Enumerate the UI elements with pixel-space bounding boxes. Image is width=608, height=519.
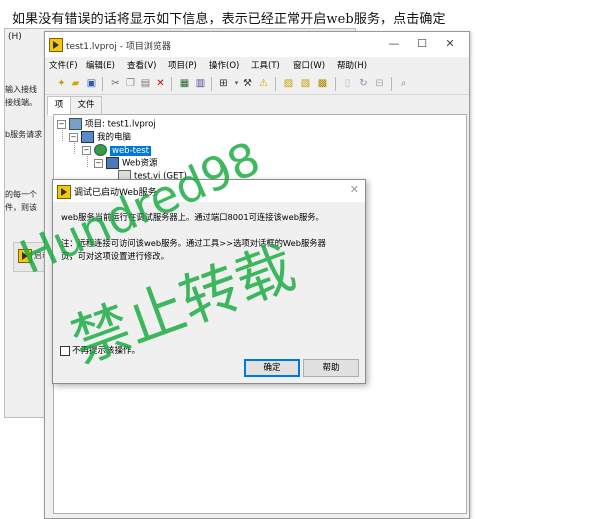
copy-icon[interactable]: ❐ [124,77,137,90]
collapse-icon[interactable]: − [94,158,103,168]
background-window-title: (H) [8,32,22,42]
menu-edit[interactable]: 编辑(E) [86,59,115,71]
background-text-line: 的每一个 [5,190,37,199]
folder-icon[interactable]: ▩ [316,77,329,90]
close-icon[interactable]: ✕ [350,183,359,196]
background-text-line: b服务请求 [5,130,43,139]
tab-bar: 项 文件 [45,96,469,116]
delete-icon[interactable]: ✕ [154,77,167,90]
background-text-line: 件，则该 [5,203,37,212]
minimize-button[interactable]: — [381,36,407,52]
dialog-title: 调试已启动Web服务 [74,188,157,198]
tree-item-project[interactable]: − 项目: test1.lvproj [57,118,156,131]
collapse-icon[interactable]: − [57,119,66,129]
dialog-note-line2: 页，可对这项设置进行修改。 [61,251,169,261]
search-icon[interactable]: ⌕ [397,77,410,90]
page-icon[interactable]: ▯ [341,77,354,90]
tree-item-label: 我的电脑 [97,132,132,143]
warning-icon[interactable]: ⚠ [257,77,270,90]
collapse-icon[interactable]: ⊟ [373,77,386,90]
menu-bar: 文件(F) 编辑(E) 查看(V) 项目(P) 操作(O) 工具(T) 窗口(W… [45,57,469,73]
do-not-show-checkbox[interactable]: 不再提示该操作。 [60,344,140,356]
tree-item-label: Web资源 [122,158,158,169]
tree-item-computer[interactable]: − 我的电脑 [69,131,131,144]
tab-files[interactable]: 文件 [70,96,102,115]
background-text-line: 接线端。 [5,98,37,107]
dialog-message: web服务当前运行在调试服务器上。通过端口8001可连接该web服务。 [61,212,324,222]
background-text-line: 输入接线 [5,85,37,94]
web-service-dialog: 调试已启动Web服务 ✕ web服务当前运行在调试服务器上。通过端口8001可连… [52,179,366,384]
menu-operate[interactable]: 操作(O) [209,59,239,71]
deploy-icon[interactable]: ▥ [194,77,207,90]
window-title: test1.lvproj - 项目浏览器 [66,42,171,52]
vi-icon[interactable]: ▨ [282,77,295,90]
refresh-icon[interactable]: ↻ [357,77,370,90]
ok-button[interactable]: 确定 [244,359,300,377]
dialog-note-line1: 注：远程连接可访问该web服务。通过工具>>选项对话框的Web服务器 [61,238,326,248]
checkbox-label: 不再提示该操作。 [72,346,141,356]
web-service-icon [94,144,107,156]
dialog-titlebar[interactable]: 调试已启动Web服务 ✕ [53,180,365,202]
new-icon[interactable]: ✦ [55,77,68,90]
project-icon [69,118,82,130]
open-icon[interactable]: ▰ [69,77,82,90]
labview-icon [57,185,71,199]
labview-icon [49,38,63,52]
window-titlebar[interactable]: test1.lvproj - 项目浏览器 — ☐ ✕ [45,32,469,57]
menu-file[interactable]: 文件(F) [49,59,78,71]
collapse-icon[interactable]: − [82,145,91,155]
tab-items[interactable]: 项 [47,96,71,116]
folder-icon [106,157,119,169]
close-button[interactable]: ✕ [437,36,463,52]
computer-icon [81,131,94,143]
collapse-icon[interactable]: − [69,132,78,142]
labview-icon [18,249,32,263]
cut-icon[interactable]: ✂ [109,77,122,90]
tree-item-web-service[interactable]: − web-test [82,144,151,157]
toolbar: ✦ ▰ ▣ ✂ ❐ ▤ ✕ ▦ ▥ ⊞ ▾ ⚒ ⚠ ▨ ▧ ▩ ▯ ↻ ⊟ ⌕ [45,74,469,95]
menu-project[interactable]: 项目(P) [168,59,197,71]
caption: 如果没有错误的话将显示如下信息，表示已经正常开启web服务，点击确定 [12,12,446,27]
menu-view[interactable]: 查看(V) [127,59,156,71]
maximize-button[interactable]: ☐ [409,36,435,52]
tool-icon[interactable]: ⚒ [241,77,254,90]
help-button[interactable]: 帮助 [303,359,359,377]
menu-tools[interactable]: 工具(T) [251,59,280,71]
checkbox-box[interactable] [60,345,70,356]
paste-icon[interactable]: ▤ [139,77,152,90]
save-all-icon[interactable]: ▣ [85,77,98,90]
tree-item-label: 项目: test1.lvproj [85,119,156,130]
library-icon[interactable]: ▧ [299,77,312,90]
window-icon[interactable]: ⊞ [217,77,230,90]
tree-item-web-resources[interactable]: − Web资源 [94,157,158,170]
tree-item-label: web-test [110,145,151,156]
menu-help[interactable]: 帮助(H) [337,59,367,71]
build-icon[interactable]: ▦ [178,77,191,90]
menu-window[interactable]: 窗口(W) [293,59,325,71]
